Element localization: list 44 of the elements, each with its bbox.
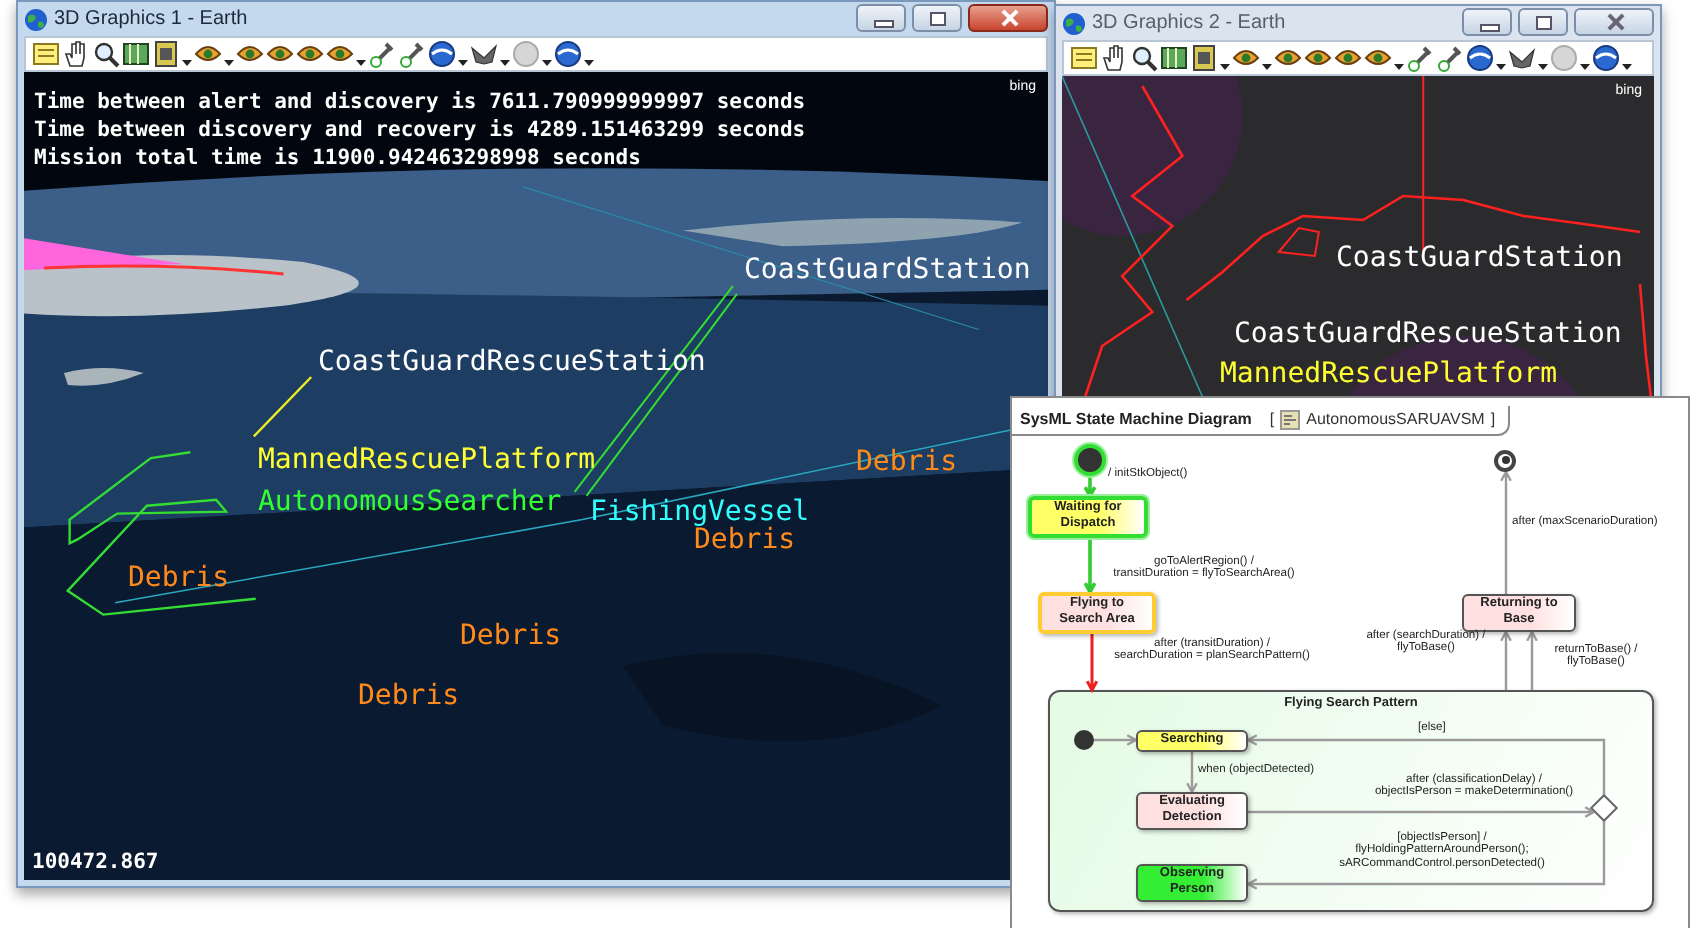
bracket: [ <box>1269 410 1275 428</box>
search-icon[interactable] <box>1130 44 1158 72</box>
overlay-text-line: Mission total time is 11900.942463298998 seconds <box>34 144 643 172</box>
note-icon[interactable] <box>1070 44 1098 72</box>
map-label: AutonomousSearcher <box>258 484 562 520</box>
overlay-text-line: Time between discovery and recovery is 4289.151463299 seconds <box>34 116 806 144</box>
globe-icon <box>24 7 48 31</box>
map-label: CoastGuardStation <box>1336 240 1623 276</box>
map-label: CoastGuardStation <box>744 252 1031 288</box>
diagram-name: AutonomousSARUAVSM <box>1306 410 1485 428</box>
map-icon[interactable] <box>1160 44 1188 72</box>
window-title: 3D Graphics 2 - Earth <box>1092 12 1286 34</box>
note-icon[interactable] <box>32 40 60 68</box>
globe-icon <box>1062 11 1086 35</box>
globe-icon[interactable] <box>428 40 456 68</box>
overlay-text-line: Time between alert and discovery is 7611.790999999997 seconds <box>34 88 806 116</box>
map-label: Debris <box>358 678 460 714</box>
window-title: 3D Graphics 1 - Earth <box>54 8 248 30</box>
map-label: Debris <box>856 444 958 480</box>
globe-icon[interactable] <box>1592 44 1620 72</box>
map-label: MannedRescuePlatform <box>1220 356 1558 392</box>
maximize-button[interactable] <box>912 3 962 31</box>
search-icon[interactable] <box>92 40 120 68</box>
maximize-button[interactable] <box>1518 7 1568 35</box>
map-label: Debris <box>694 524 796 558</box>
map-label: FishingVessel <box>590 494 810 528</box>
hand-icon[interactable] <box>1100 44 1128 72</box>
diagram-title: SysML State Machine Diagram <box>1020 410 1252 428</box>
bracket: ] <box>1490 410 1496 428</box>
map-label: Debris <box>128 560 230 596</box>
map-label: MannedRescuePlatform <box>258 442 596 478</box>
close-button[interactable] <box>1574 7 1654 35</box>
hand-icon[interactable] <box>62 40 90 68</box>
map-label: Debris <box>460 618 562 654</box>
map-icon[interactable] <box>122 40 150 68</box>
globe-icon[interactable] <box>1466 44 1494 72</box>
minimize-button[interactable] <box>856 3 906 31</box>
minimize-button[interactable] <box>1462 7 1512 35</box>
coordinate-readout: 100472.867 <box>32 850 159 874</box>
close-button[interactable] <box>968 3 1048 31</box>
link-line <box>252 376 313 438</box>
diagram-icon <box>1280 409 1301 429</box>
globe-icon[interactable] <box>554 40 582 68</box>
map-label: CoastGuardRescueStation <box>1234 316 1622 352</box>
